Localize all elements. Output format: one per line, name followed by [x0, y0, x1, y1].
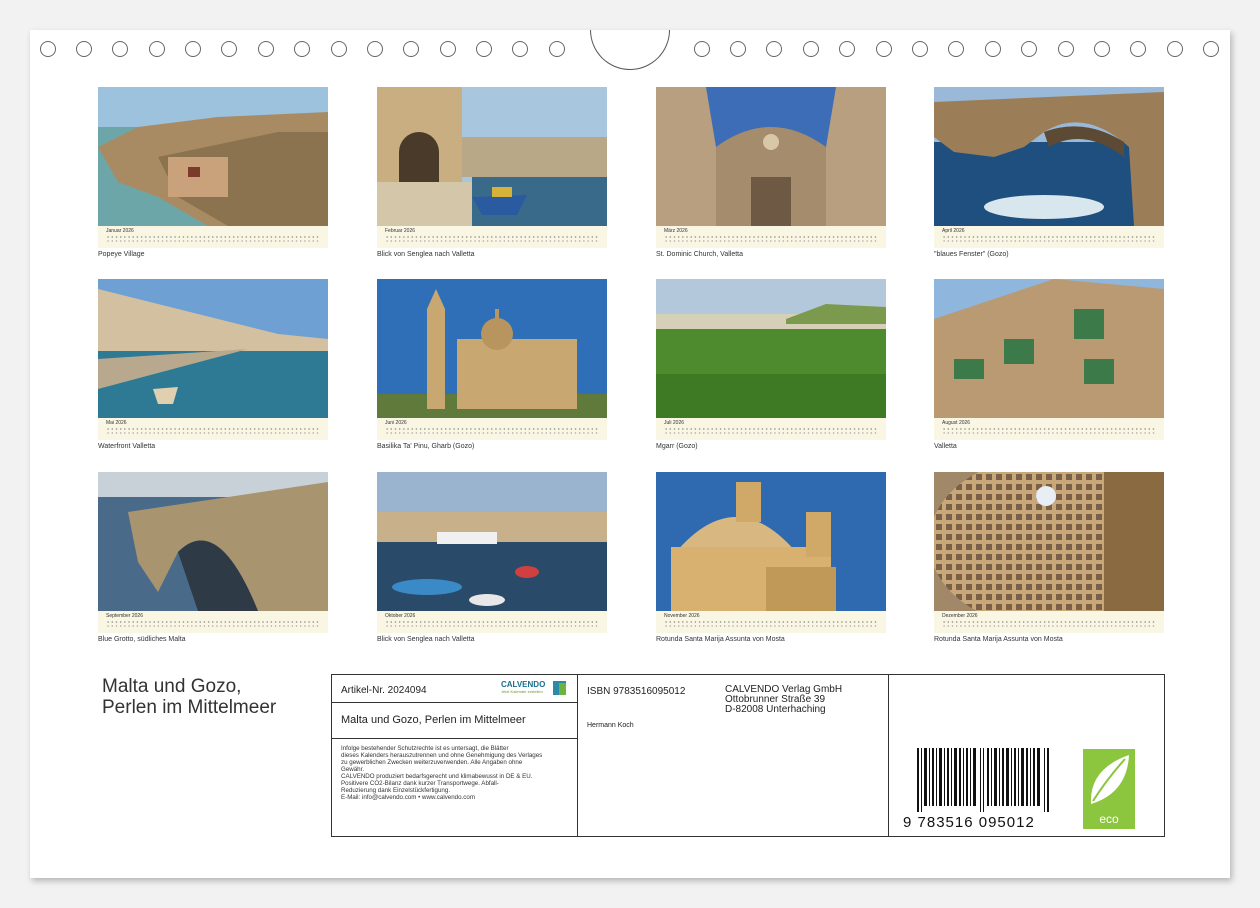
- month-label: April 2026: [942, 228, 965, 234]
- month-label: September 2026: [106, 613, 143, 619]
- photo-waterfront-valletta: [98, 279, 328, 418]
- month-thumbnail-june: Juni 2026 Basilika Ta' Pinu, Gharb (Gozo…: [377, 279, 607, 450]
- photo-caption: Blue Grotto, südliches Malta: [98, 636, 186, 643]
- month-label: Februar 2026: [385, 228, 416, 234]
- month-thumbnail-january: Januar 2026 Popeye Village: [98, 87, 328, 258]
- photo-caption: Blick von Senglea nach Valletta: [377, 251, 475, 258]
- month-label: November 2026: [664, 613, 700, 619]
- barcode: [917, 748, 1049, 812]
- barcode-digits: 9 783516 095012: [903, 814, 1035, 831]
- month-label: März 2026: [664, 228, 688, 234]
- eco-badge: eco: [1083, 749, 1135, 829]
- publisher-address: CALVENDO Verlag GmbH Ottobrunner Straße 3…: [725, 684, 843, 715]
- photo-caption: St. Dominic Church, Valletta: [656, 251, 744, 258]
- calendar-title-line1: Malta und Gozo,: [102, 676, 242, 697]
- photo-valletta: [934, 279, 1164, 418]
- month-thumbnail-december: Dezember 2026 Rotunda Santa Marija Assun…: [934, 472, 1164, 643]
- month-thumbnail-october: Oktober 2026 Blick von Senglea nach Vall…: [377, 472, 607, 643]
- article-number: Artikel-Nr. 2024094: [341, 685, 427, 696]
- month-thumbnail-february: Februar 2026 Blick von Senglea nach Vall…: [377, 87, 607, 258]
- photo-caption: Basilika Ta' Pinu, Gharb (Gozo): [377, 443, 475, 450]
- month-thumbnail-september: September 2026 Blue Grotto, südliches Ma…: [98, 472, 328, 643]
- month-label: Mai 2026: [106, 420, 127, 426]
- photo-popeye-village: [98, 87, 328, 226]
- legal-notice: Infolge bestehender Schutzrechte ist es …: [341, 745, 543, 801]
- calendar-title: Malta und Gozo, Perlen im Mittelmeer: [102, 676, 276, 718]
- barcode-area: 9 783516 095012 eco: [888, 675, 1166, 838]
- photo-senglea-harbour: [377, 472, 607, 611]
- month-label: Oktober 2026: [385, 613, 416, 619]
- photo-blue-grotto: [98, 472, 328, 611]
- photo-st-dominic-church: [656, 87, 886, 226]
- photo-caption: Popeye Village: [98, 251, 145, 258]
- month-thumbnail-april: April 2026 "blaues Fenster" (Gozo): [934, 87, 1164, 258]
- month-thumbnail-august: August 2026 Valletta: [934, 279, 1164, 450]
- photo-caption: Blick von Senglea nach Valletta: [377, 636, 475, 643]
- month-label: August 2026: [942, 420, 971, 426]
- photo-rotunda-dome: [934, 472, 1164, 611]
- month-thumbnail-july: Juli 2026 Mgarr (Gozo): [656, 279, 886, 450]
- photo-rotunda-exterior: [656, 472, 886, 611]
- month-label: Dezember 2026: [942, 613, 978, 619]
- author: Hermann Koch: [587, 722, 634, 729]
- photo-caption: Waterfront Valletta: [98, 443, 156, 450]
- isbn: ISBN 9783516095012: [587, 686, 686, 697]
- month-label: Januar 2026: [106, 228, 134, 234]
- month-label: Juli 2026: [664, 420, 685, 426]
- photo-caption: "blaues Fenster" (Gozo): [934, 251, 1009, 258]
- photo-mgarr-gozo: [656, 279, 886, 418]
- product-info-box: Artikel-Nr. 2024094 CALVENDO Jetzt Kalen…: [331, 674, 1165, 837]
- calvendo-logo: CALVENDO: [501, 680, 546, 689]
- month-thumbnail-march: März 2026 St. Dominic Church, Valletta: [656, 87, 886, 258]
- photo-azure-window: [934, 87, 1164, 226]
- month-thumbnail-november: November 2026 Rotunda Santa Marija Assun…: [656, 472, 886, 643]
- calendar-title-line2: Perlen im Mittelmeer: [102, 697, 277, 718]
- calvendo-tagline: Jetzt Kalender erstellen: [501, 689, 543, 694]
- photo-caption: Rotunda Santa Marija Assunta von Mosta: [934, 636, 1063, 643]
- product-title: Malta und Gozo, Perlen im Mittelmeer: [341, 714, 526, 726]
- photo-senglea-valletta: [377, 87, 607, 226]
- photo-caption: Rotunda Santa Marija Assunta von Mosta: [656, 636, 785, 643]
- month-label: Juni 2026: [385, 420, 407, 426]
- photo-caption: Mgarr (Gozo): [656, 443, 698, 450]
- eco-label: eco: [1099, 812, 1119, 826]
- photo-caption: Valletta: [934, 443, 957, 450]
- photo-basilika-ta-pinu: [377, 279, 607, 418]
- month-thumbnail-may: Mai 2026 Waterfront Valletta: [98, 279, 328, 450]
- leaf-icon: [1090, 755, 1129, 804]
